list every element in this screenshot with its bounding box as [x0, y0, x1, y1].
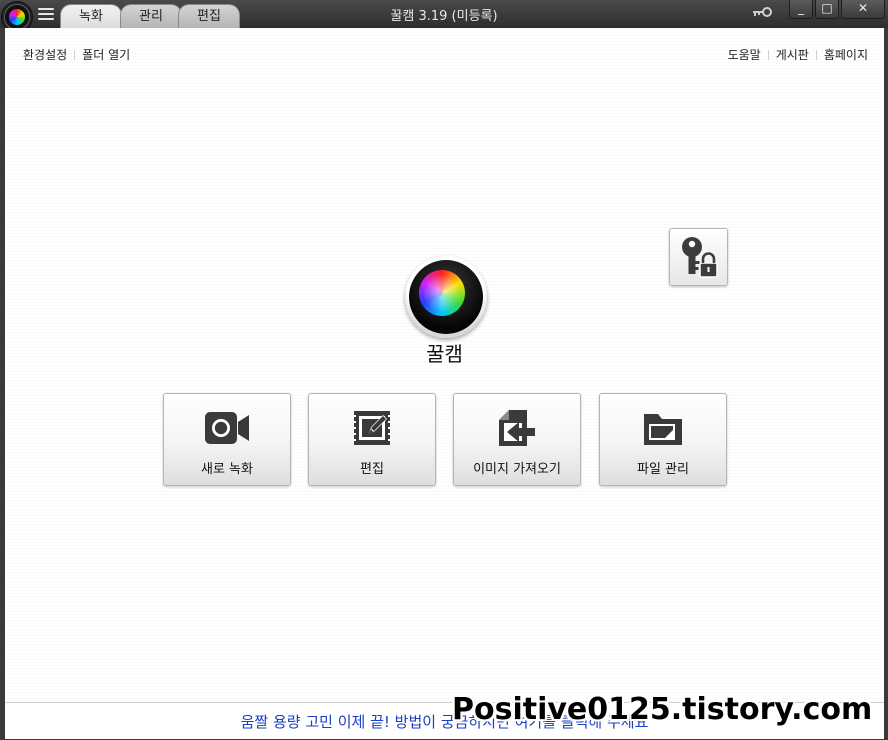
action-label: 파일 관리 — [637, 462, 689, 477]
board-link[interactable]: 게시판 — [776, 48, 809, 62]
key-icon[interactable] — [752, 6, 772, 18]
video-camera-icon — [205, 412, 249, 444]
main-panel: 환경설정 폴더 열기 도움말 게시판 홈페이지 꿀캠 새로 녹화 편집 이미지 … — [5, 28, 884, 702]
minimize-button[interactable]: _ — [789, 0, 813, 19]
file-manage-button[interactable]: 파일 관리 — [599, 393, 727, 486]
app-name: 꿀캠 — [426, 342, 463, 366]
app-logo — [405, 256, 487, 338]
settings-link[interactable]: 환경설정 — [23, 48, 67, 62]
license-key-button[interactable] — [669, 228, 728, 286]
edit-button[interactable]: 편집 — [308, 393, 436, 486]
action-label: 새로 녹화 — [201, 462, 253, 477]
import-image-icon — [499, 410, 535, 446]
title-bar: 녹화 관리 편집 꿀캠 3.19 (미등록) _ □ ✕ — [0, 0, 888, 32]
new-recording-button[interactable]: 새로 녹화 — [163, 393, 291, 486]
homepage-link[interactable]: 홈페이지 — [824, 48, 868, 62]
divider — [74, 50, 76, 60]
import-image-button[interactable]: 이미지 가져오기 — [453, 393, 581, 486]
edit-icon — [354, 411, 390, 445]
top-left-links: 환경설정 폴더 열기 — [23, 46, 130, 63]
help-link[interactable]: 도움말 — [728, 48, 761, 62]
maximize-button[interactable]: □ — [815, 0, 839, 19]
divider — [815, 50, 817, 60]
key-lock-icon — [682, 237, 718, 278]
action-label: 편집 — [360, 462, 384, 477]
action-label: 이미지 가져오기 — [473, 462, 561, 477]
open-folder-link[interactable]: 폴더 열기 — [82, 48, 130, 62]
close-button[interactable]: ✕ — [841, 0, 885, 19]
divider — [767, 50, 769, 60]
folder-icon — [644, 414, 682, 445]
watermark-text: Positive0125.tistory.com — [452, 692, 873, 727]
top-right-links: 도움말 게시판 홈페이지 — [728, 46, 868, 63]
